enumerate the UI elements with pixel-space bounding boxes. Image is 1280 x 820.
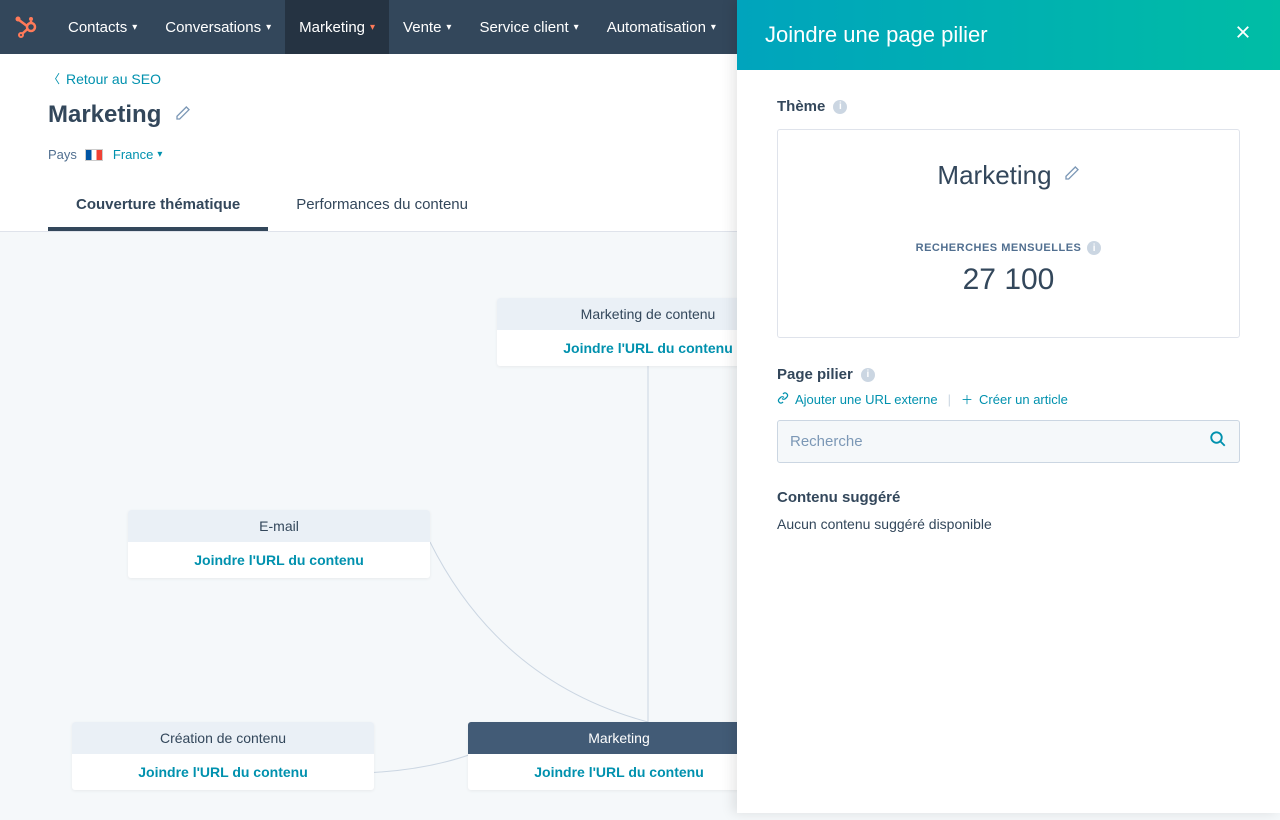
theme-section-label: Thème i	[777, 98, 1240, 115]
node-attach-link[interactable]: Joindre l'URL du contenu	[128, 542, 430, 578]
pillar-search-input[interactable]	[790, 433, 1209, 450]
pillar-page-panel: Joindre une page pilier Thème i Marketin…	[737, 0, 1280, 813]
chevron-down-icon: ▾	[446, 22, 451, 33]
tab-coverage[interactable]: Couverture thématique	[48, 182, 268, 231]
pillar-node[interactable]: Marketing Joindre l'URL du contenu	[468, 722, 770, 790]
info-icon[interactable]: i	[861, 368, 875, 382]
topic-node[interactable]: Création de contenu Joindre l'URL du con…	[72, 722, 374, 790]
back-link-label: Retour au SEO	[66, 71, 161, 87]
info-icon[interactable]: i	[1087, 241, 1101, 255]
nav-item-contacts[interactable]: Contacts▾	[54, 0, 151, 54]
node-attach-link[interactable]: Joindre l'URL du contenu	[72, 754, 374, 790]
theme-name: Marketing	[937, 160, 1051, 191]
pillar-section-label: Page pilier i	[777, 366, 1240, 383]
tab-performance[interactable]: Performances du contenu	[268, 182, 496, 231]
hubspot-logo[interactable]	[12, 13, 40, 41]
panel-header: Joindre une page pilier	[737, 0, 1280, 70]
edit-title-icon[interactable]	[175, 105, 191, 126]
chevron-down-icon: ▾	[266, 22, 271, 33]
chevron-left-icon: 〈	[48, 70, 60, 87]
nav-item-marketing[interactable]: Marketing▾	[285, 0, 389, 54]
theme-card: Marketing RECHERCHES MENSUELLES i 27 100	[777, 129, 1240, 338]
nav-item-service[interactable]: Service client▾	[465, 0, 592, 54]
link-icon	[777, 392, 789, 407]
chevron-down-icon: ▾	[370, 22, 375, 33]
close-icon[interactable]	[1234, 23, 1252, 47]
metric-label: RECHERCHES MENSUELLES i	[798, 241, 1219, 255]
node-title: Création de contenu	[72, 722, 374, 754]
suggested-content-label: Contenu suggéré	[777, 489, 1240, 506]
nav-item-conversations[interactable]: Conversations▾	[151, 0, 285, 54]
node-title: E-mail	[128, 510, 430, 542]
nav-item-automatisation[interactable]: Automatisation▾	[593, 0, 730, 54]
search-icon[interactable]	[1209, 430, 1227, 453]
nav-items: Contacts▾ Conversations▾ Marketing▾ Vent…	[54, 0, 829, 54]
plus-icon: ＋	[961, 391, 973, 408]
chevron-down-icon: ▾	[157, 149, 162, 160]
edit-theme-icon[interactable]	[1064, 165, 1080, 186]
suggested-content-empty: Aucun contenu suggéré disponible	[777, 516, 1240, 532]
nav-item-vente[interactable]: Vente▾	[389, 0, 465, 54]
create-article-link[interactable]: ＋ Créer un article	[961, 391, 1068, 408]
flag-france-icon	[85, 149, 103, 161]
chevron-down-icon: ▾	[574, 22, 579, 33]
node-attach-link[interactable]: Joindre l'URL du contenu	[468, 754, 770, 790]
add-external-url-link[interactable]: Ajouter une URL externe	[777, 392, 938, 407]
country-selector[interactable]: France ▾	[113, 147, 163, 162]
separator: |	[948, 392, 951, 407]
info-icon[interactable]: i	[833, 100, 847, 114]
topic-node[interactable]: E-mail Joindre l'URL du contenu	[128, 510, 430, 578]
page-title: Marketing	[48, 101, 161, 129]
pillar-search-box[interactable]	[777, 420, 1240, 463]
metric-value: 27 100	[798, 263, 1219, 297]
country-label: Pays	[48, 147, 77, 162]
chevron-down-icon: ▾	[132, 22, 137, 33]
panel-title: Joindre une page pilier	[765, 22, 988, 48]
node-title: Marketing	[468, 722, 770, 754]
chevron-down-icon: ▾	[711, 22, 716, 33]
